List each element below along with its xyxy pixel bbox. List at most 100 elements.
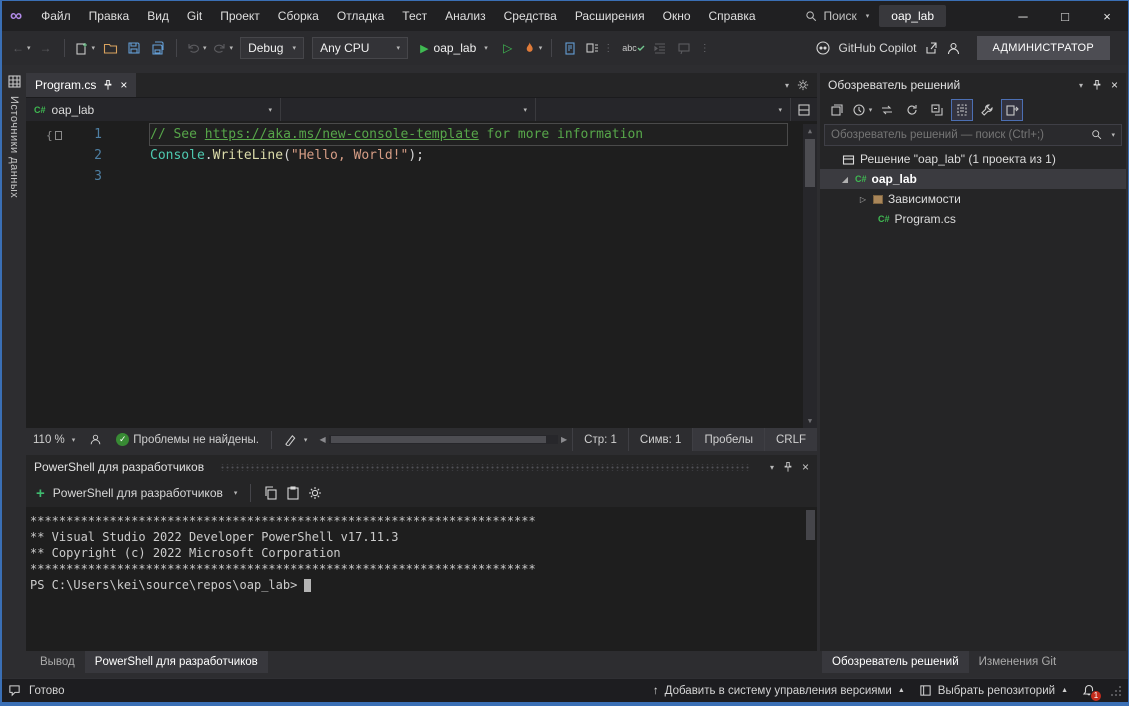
add-to-source-control-button[interactable]: ↑ Добавить в систему управления версиями… bbox=[653, 685, 905, 697]
expanded-arrow-icon[interactable]: ◢ bbox=[840, 175, 850, 184]
sync-with-active-document-icon[interactable] bbox=[876, 99, 898, 121]
column-indicator[interactable]: Симв: 1 bbox=[628, 428, 693, 451]
pin-icon[interactable] bbox=[103, 79, 113, 91]
pin-icon[interactable] bbox=[1092, 79, 1102, 91]
scrollbar-thumb[interactable] bbox=[805, 139, 815, 187]
code-line-1[interactable]: // See https://aka.ms/new-console-templa… bbox=[150, 124, 787, 145]
save-icon[interactable] bbox=[123, 36, 145, 60]
scrollbar-thumb[interactable] bbox=[331, 436, 547, 443]
open-folder-icon[interactable] bbox=[99, 36, 121, 60]
search-icon[interactable] bbox=[1091, 129, 1103, 141]
member-dropdown[interactable]: ▾ bbox=[536, 98, 791, 121]
scroll-right-icon[interactable]: ▶ bbox=[558, 435, 570, 444]
member-list-icon[interactable]: ⋮ bbox=[583, 36, 618, 60]
menu-test[interactable]: Тест bbox=[393, 1, 436, 31]
code-cleanup-icon[interactable]: ▾ bbox=[277, 428, 315, 451]
copilot-label[interactable]: GitHub Copilot bbox=[838, 41, 916, 55]
history-clock-icon[interactable]: ▾ bbox=[851, 99, 873, 121]
menu-analyze[interactable]: Анализ bbox=[436, 1, 495, 31]
collapsed-arrow-icon[interactable]: ▷ bbox=[858, 195, 868, 204]
terminal-output[interactable]: ****************************************… bbox=[26, 507, 817, 651]
new-terminal-label[interactable]: PowerShell для разработчиков bbox=[53, 486, 223, 500]
resize-grip-icon[interactable] bbox=[1110, 685, 1122, 697]
line-indicator[interactable]: Стр: 1 bbox=[572, 428, 628, 451]
panel-drag-handle[interactable] bbox=[220, 464, 751, 471]
menu-window[interactable]: Окно bbox=[654, 1, 700, 31]
save-all-icon[interactable] bbox=[147, 36, 169, 60]
project-dropdown[interactable]: C# oap_lab ▾ bbox=[26, 98, 281, 121]
split-window-icon[interactable] bbox=[791, 98, 817, 121]
select-repository-button[interactable]: Выбрать репозиторий ▲ bbox=[919, 684, 1068, 697]
close-tab-icon[interactable]: × bbox=[120, 78, 127, 92]
copy-icon[interactable] bbox=[264, 486, 278, 500]
preview-selected-items-icon[interactable] bbox=[1001, 99, 1023, 121]
menu-tools[interactable]: Средства bbox=[495, 1, 566, 31]
navigate-to-file-icon[interactable] bbox=[559, 36, 581, 60]
document-health-indicator[interactable]: ✓ Проблемы не найдены. bbox=[109, 428, 266, 451]
new-terminal-plus-icon[interactable]: + bbox=[36, 485, 45, 502]
window-position-chevron-icon[interactable]: ▾ bbox=[1079, 81, 1083, 90]
navigate-backward-icon[interactable]: ←▾ bbox=[10, 36, 33, 60]
platform-dropdown[interactable]: Any CPU ▾ bbox=[312, 37, 408, 59]
start-without-debugging-icon[interactable]: ▷ bbox=[497, 36, 519, 60]
zoom-dropdown[interactable]: 110 % ▾ bbox=[26, 428, 82, 451]
scroll-down-icon[interactable]: ▼ bbox=[803, 414, 817, 428]
refresh-icon[interactable] bbox=[901, 99, 923, 121]
solution-search-input[interactable] bbox=[831, 129, 1086, 141]
code-editor[interactable]: { 1 2 3 // See https://aka.ms/new-consol… bbox=[26, 121, 817, 428]
editor-vertical-scrollbar[interactable]: ▲ ▼ bbox=[803, 124, 817, 428]
toolbar-overflow-icon[interactable]: ⋮ bbox=[700, 43, 710, 54]
switch-views-icon[interactable] bbox=[826, 99, 848, 121]
hot-reload-icon[interactable]: ▾ bbox=[521, 36, 545, 60]
indent-icon[interactable] bbox=[649, 36, 671, 60]
redo-icon[interactable]: ▾ bbox=[211, 36, 236, 60]
terminal-scrollbar[interactable] bbox=[804, 507, 817, 651]
project-node[interactable]: ◢ C# oap_lab bbox=[820, 169, 1126, 189]
menu-view[interactable]: Вид bbox=[138, 1, 178, 31]
solution-node[interactable]: Решение "oap_lab" (1 проекта из 1) bbox=[820, 149, 1126, 169]
show-all-files-icon[interactable] bbox=[951, 99, 973, 121]
document-tab[interactable]: Program.cs × bbox=[26, 73, 136, 97]
tab-solution-explorer[interactable]: Обозреватель решений bbox=[822, 651, 969, 673]
spell-check-icon[interactable]: abc bbox=[620, 36, 647, 60]
account-button[interactable]: АДМИНИСТРАТОР bbox=[977, 36, 1110, 60]
close-button[interactable]: × bbox=[1086, 1, 1128, 31]
data-sources-tab[interactable]: Источники данных bbox=[8, 96, 20, 198]
terminal-panel-header[interactable]: PowerShell для разработчиков ▾ × bbox=[26, 455, 817, 479]
scroll-left-icon[interactable]: ◀ bbox=[316, 435, 328, 444]
menu-debug[interactable]: Отладка bbox=[328, 1, 393, 31]
share-icon[interactable] bbox=[924, 41, 939, 56]
close-panel-icon[interactable]: × bbox=[1111, 78, 1118, 92]
menu-build[interactable]: Сборка bbox=[269, 1, 328, 31]
solution-explorer-header[interactable]: Обозреватель решений ▾ × bbox=[820, 73, 1126, 97]
close-panel-icon[interactable]: × bbox=[802, 460, 809, 474]
file-node[interactable]: C# Program.cs bbox=[820, 209, 1126, 229]
scroll-up-icon[interactable]: ▲ bbox=[803, 124, 817, 138]
solution-search-box[interactable]: ▾ bbox=[824, 124, 1122, 146]
maximize-button[interactable]: □ bbox=[1044, 1, 1086, 31]
menu-extensions[interactable]: Расширения bbox=[566, 1, 654, 31]
pin-icon[interactable] bbox=[783, 461, 793, 473]
code-line-3[interactable] bbox=[150, 166, 787, 187]
window-position-chevron-icon[interactable]: ▾ bbox=[770, 463, 774, 472]
configuration-dropdown[interactable]: Debug ▾ bbox=[240, 37, 304, 59]
start-debugging-button[interactable]: ▶ oap_lab ▾ bbox=[413, 36, 495, 60]
tab-developer-powershell[interactable]: PowerShell для разработчиков bbox=[85, 651, 268, 673]
properties-wrench-icon[interactable] bbox=[976, 99, 998, 121]
tab-output[interactable]: Вывод bbox=[30, 651, 85, 673]
minimize-button[interactable]: ─ bbox=[1002, 1, 1044, 31]
notifications-button[interactable]: 1 bbox=[1082, 684, 1096, 698]
scrollbar-thumb[interactable] bbox=[806, 510, 815, 540]
editor-settings-gear-icon[interactable] bbox=[797, 79, 809, 91]
feedback-person-icon[interactable] bbox=[946, 41, 961, 56]
new-project-icon[interactable]: ▾ bbox=[72, 36, 98, 60]
collapse-all-icon[interactable] bbox=[926, 99, 948, 121]
paste-icon[interactable] bbox=[286, 486, 300, 500]
quick-search-box[interactable]: Поиск ▾ bbox=[795, 5, 880, 27]
editor-horizontal-scrollbar[interactable]: ◀ ▶ bbox=[314, 428, 572, 451]
code-line-2[interactable]: Console.WriteLine("Hello, World!"); bbox=[150, 145, 787, 166]
undo-icon[interactable]: ▾ bbox=[184, 36, 209, 60]
type-dropdown[interactable]: ▾ bbox=[281, 98, 536, 121]
feedback-icon[interactable] bbox=[82, 428, 109, 451]
terminal-settings-gear-icon[interactable] bbox=[308, 486, 322, 500]
